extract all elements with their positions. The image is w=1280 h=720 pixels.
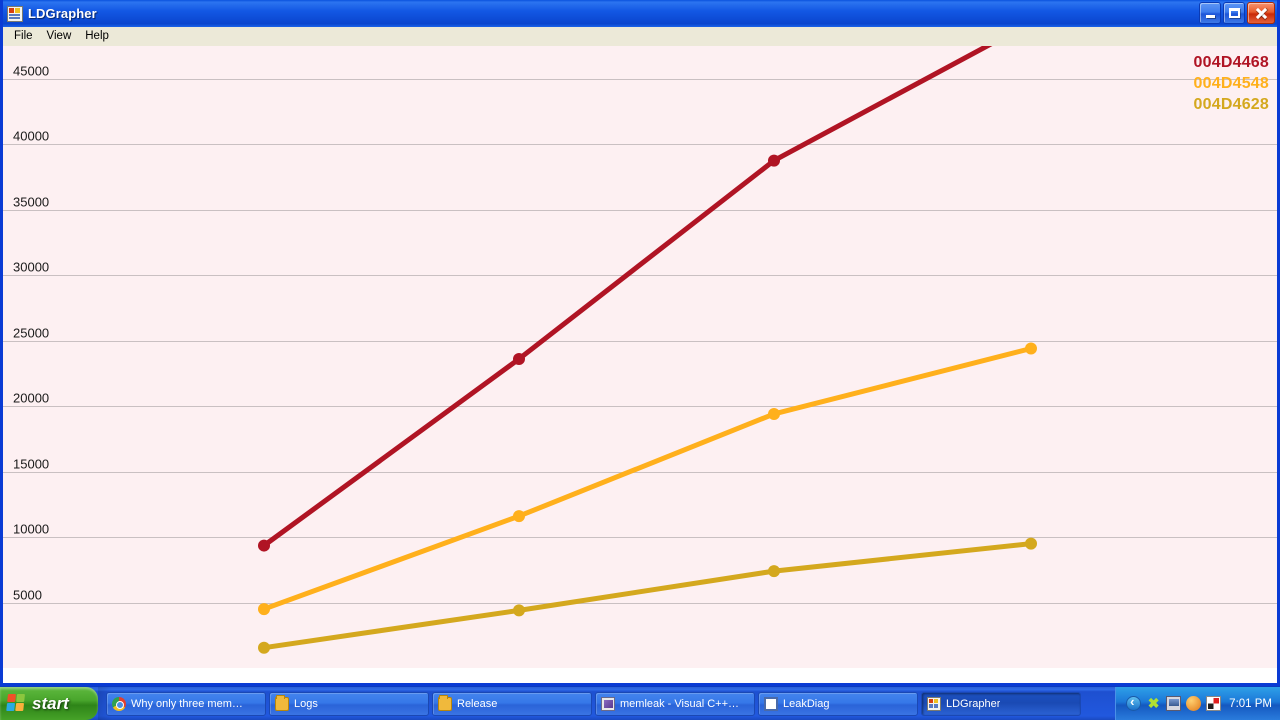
taskbar-button[interactable]: memleak - Visual C++… — [595, 691, 755, 716]
taskbar: start Why only three mem… Logs Release meml… — [0, 686, 1280, 720]
series-layer — [258, 46, 1037, 654]
series-line — [261, 345, 1034, 612]
close-icon — [1255, 7, 1267, 19]
taskbar-button[interactable]: Logs — [269, 691, 429, 716]
taskbar-button-label: LeakDiag — [783, 697, 830, 710]
network-icon[interactable] — [1166, 696, 1182, 711]
kaspersky-icon[interactable] — [1206, 696, 1222, 711]
maximize-icon — [1228, 8, 1240, 18]
chart-legend: 004D4468 004D4548 004D4628 — [1194, 52, 1269, 115]
chrome-icon — [112, 696, 126, 711]
visual-studio-icon — [601, 696, 615, 711]
menu-bar: File View Help — [3, 27, 1277, 46]
show-hidden-icons-arrow-icon[interactable] — [1126, 694, 1142, 711]
window-controls — [1199, 2, 1275, 24]
taskbar-button[interactable]: Why only three mem… — [106, 691, 266, 716]
data-point-marker[interactable] — [258, 641, 270, 654]
window-icon — [764, 696, 778, 711]
menu-item-file[interactable]: File — [8, 28, 41, 45]
taskbar-button-label: Logs — [294, 697, 318, 710]
update-icon[interactable] — [1186, 696, 1202, 711]
taskbar-button-label: Release — [457, 697, 498, 710]
window-title: LDGrapher — [28, 6, 97, 21]
start-label: start — [32, 693, 69, 713]
menu-item-view[interactable]: View — [41, 28, 80, 45]
folder-icon — [438, 694, 452, 711]
taskbar-buttons: Why only three mem… Logs Release memleak - … — [98, 687, 1116, 720]
close-button[interactable] — [1247, 2, 1275, 24]
data-point-marker[interactable] — [1025, 537, 1037, 550]
data-point-marker[interactable] — [768, 565, 780, 578]
antivirus-icon[interactable]: ✖ — [1146, 696, 1161, 711]
system-tray: ✖ 7:01 PM — [1115, 687, 1280, 720]
ldgrapher-icon — [927, 696, 941, 711]
plot-area: 5000 10000 15000 20000 25000 30000 35000 40000 4… — [3, 46, 1277, 668]
folder-icon — [275, 694, 289, 711]
legend-entry[interactable]: 004D4628 — [1194, 94, 1269, 115]
ldgrapher-window: LDGrapher File View Help 5000 10000 15000 2… — [0, 0, 1280, 686]
taskbar-button[interactable]: LDGrapher — [921, 691, 1081, 716]
minimize-button[interactable] — [1199, 2, 1221, 24]
windows-flag-icon — [6, 694, 27, 713]
data-point-marker[interactable] — [258, 603, 270, 616]
data-point-marker[interactable] — [768, 154, 780, 167]
data-point-marker[interactable] — [1025, 342, 1037, 355]
legend-entry[interactable]: 004D4548 — [1194, 73, 1269, 94]
data-point-marker[interactable] — [768, 407, 780, 420]
series-line — [261, 541, 1034, 651]
taskbar-button-label: LDGrapher — [946, 697, 1001, 710]
taskbar-button-label: memleak - Visual C++… — [620, 697, 740, 710]
data-point-marker[interactable] — [513, 604, 525, 617]
data-point-marker[interactable] — [513, 510, 525, 523]
title-bar: LDGrapher — [3, 0, 1277, 27]
start-button[interactable]: start — [0, 687, 98, 720]
taskbar-button[interactable]: Release — [432, 691, 592, 716]
app-grid-icon — [7, 5, 23, 22]
minimize-icon — [1205, 15, 1215, 18]
chart-canvas: 5000 10000 15000 20000 25000 30000 35000 40000 4… — [3, 46, 1277, 683]
taskbar-button-label: Why only three mem… — [131, 697, 243, 710]
taskbar-button[interactable]: LeakDiag — [758, 691, 918, 716]
series-line — [261, 46, 993, 549]
maximize-button[interactable] — [1223, 2, 1245, 24]
menu-item-help[interactable]: Help — [79, 28, 117, 45]
legend-entry[interactable]: 004D4468 — [1194, 52, 1269, 73]
data-point-marker[interactable] — [258, 539, 270, 552]
data-point-marker[interactable] — [513, 352, 525, 365]
taskbar-clock[interactable]: 7:01 PM — [1229, 698, 1272, 710]
